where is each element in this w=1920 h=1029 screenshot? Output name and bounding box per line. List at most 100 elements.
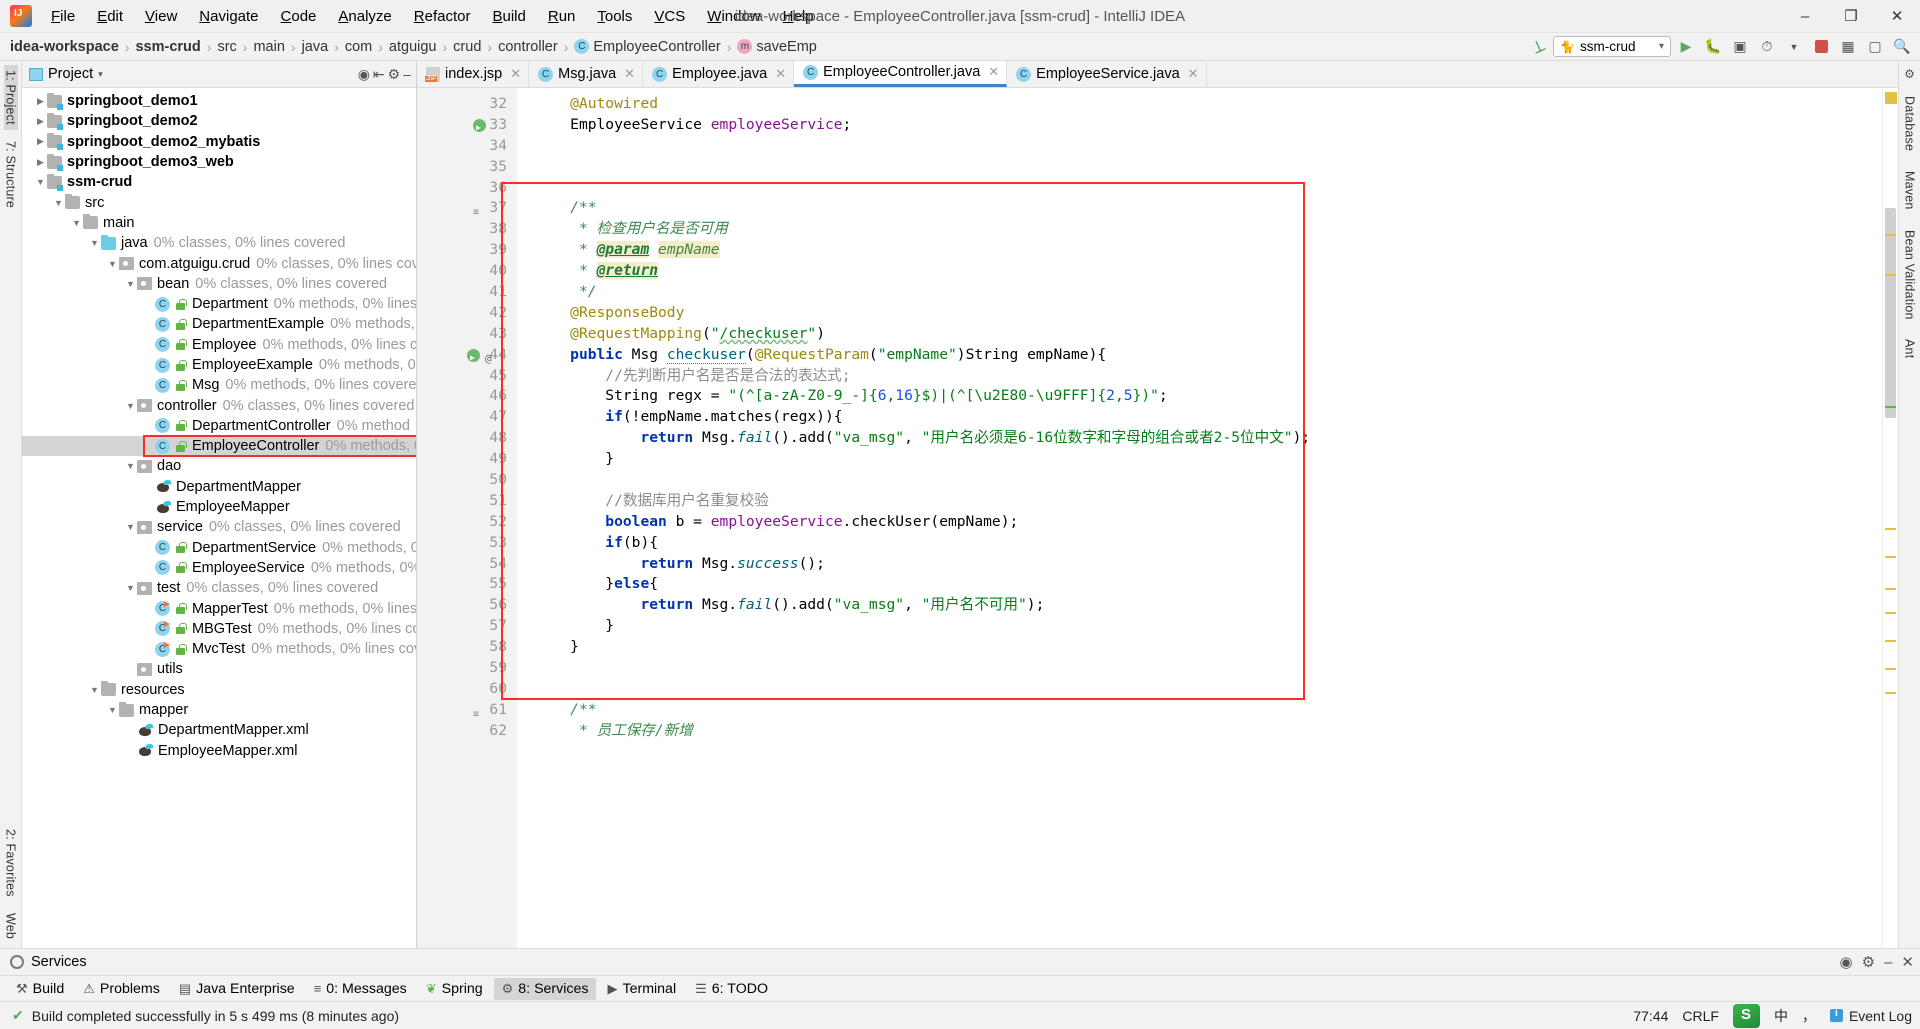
editor-tab-employeecontroller-java[interactable]: C EmployeeController.java ✕ [794, 61, 1008, 87]
settings-icon[interactable]: ⚙ [1904, 67, 1915, 81]
tool-window-button-java-enterprise[interactable]: ▤ Java Enterprise [171, 978, 303, 1000]
code-line-45[interactable]: //先判断用户名是否是合法的表达式; [535, 366, 1882, 387]
tree-node-departmentexample[interactable]: C DepartmentExample 0% methods, [22, 314, 416, 334]
tree-node-springboot-demo1[interactable]: springboot_demo1 [22, 91, 416, 111]
gutter-line-47[interactable]: 47− [417, 407, 541, 428]
code-line-40[interactable]: * @return [535, 261, 1882, 282]
gutter-line-53[interactable]: 53− [417, 533, 541, 554]
gutter-line-34[interactable]: 34 [417, 136, 517, 157]
tree-twisty-icon[interactable] [34, 116, 47, 127]
spring-bean-icon[interactable] [467, 348, 480, 369]
rail-maven-button[interactable]: Maven [1903, 166, 1917, 215]
tree-node-employeemapper-xml[interactable]: EmployeeMapper.xml [22, 741, 416, 761]
breadcrumb-item-saveemp[interactable]: m saveEmp [737, 39, 817, 55]
gutter-line-54[interactable]: 54 [417, 554, 517, 575]
code-line-43[interactable]: @RequestMapping("/checkuser") [535, 324, 1882, 345]
tool-window-button-0-messages[interactable]: ≡ 0: Messages [306, 978, 415, 1000]
gutter-line-35[interactable]: 35 [417, 157, 517, 178]
code-line-36[interactable] [535, 178, 1882, 199]
gutter-line-44[interactable]: 44−@ [417, 345, 541, 369]
close-tab-icon[interactable]: ✕ [624, 66, 635, 82]
line-separator[interactable]: CRLF [1682, 1008, 1719, 1024]
code-line-34[interactable] [535, 136, 1882, 157]
tree-twisty-icon[interactable] [88, 238, 101, 248]
hide-icon[interactable]: – [403, 66, 411, 82]
gutter-line-33[interactable]: 33 [417, 115, 517, 139]
gutter-line-46[interactable]: 46 [417, 386, 517, 407]
code-line-56[interactable]: return Msg.fail().add("va_msg", "用户名不可用"… [535, 595, 1882, 616]
rail-structure-button[interactable]: 7: Structure [4, 136, 18, 213]
menu-item-file[interactable]: File [40, 4, 86, 29]
gutter-line-38[interactable]: 38 [417, 219, 517, 240]
tree-node-employee[interactable]: C Employee 0% methods, 0% lines co [22, 335, 416, 355]
tree-node-employeeexample[interactable]: C EmployeeExample 0% methods, 0% [22, 355, 416, 375]
tool-window-button-spring[interactable]: ❦ Spring [418, 978, 491, 1000]
code-line-61[interactable]: /** [535, 700, 1882, 721]
menu-item-build[interactable]: Build [481, 4, 536, 29]
code-line-46[interactable]: String regx = "(^[a-zA-Z0-9_-]{6,16}$)|(… [535, 386, 1882, 407]
breadcrumb-item-employeecontroller[interactable]: C EmployeeController [574, 39, 721, 55]
code-content[interactable]: @Autowired EmployeeService employeeServi… [517, 88, 1882, 948]
tree-node-employeecontroller[interactable]: C EmployeeController 0% methods, 0 [22, 435, 416, 458]
code-line-37[interactable]: /** [535, 198, 1882, 219]
breadcrumb-item-controller[interactable]: controller [498, 39, 558, 55]
tree-node-src[interactable]: src [22, 192, 416, 212]
menu-item-help[interactable]: Help [772, 4, 825, 29]
minimize-button[interactable]: – [1782, 0, 1828, 32]
ime-badge-icon[interactable] [1732, 1003, 1760, 1028]
code-line-44[interactable]: public Msg checkuser(@RequestParam("empN… [535, 345, 1882, 366]
code-line-41[interactable]: */ [535, 282, 1882, 303]
gutter-line-57[interactable]: 57 [417, 616, 541, 637]
gutter-line-52[interactable]: 52 [417, 512, 517, 533]
tree-node-test[interactable]: test 0% classes, 0% lines covered [22, 578, 416, 598]
gutter-line-60[interactable]: 60 [417, 679, 517, 700]
run-configuration-selector[interactable]: 🐈 ssm-crud ▾ [1553, 36, 1671, 57]
gutter-line-48[interactable]: 48 [417, 428, 517, 449]
close-tab-icon[interactable]: ✕ [775, 66, 786, 82]
gutter-line-42[interactable]: 42− [417, 303, 541, 324]
help-icon[interactable]: ◉ [1840, 953, 1853, 971]
menu-item-navigate[interactable]: Navigate [188, 4, 269, 29]
gutter-line-40[interactable]: 40 [417, 261, 517, 282]
breadcrumb-item-atguigu[interactable]: atguigu [389, 39, 437, 55]
gutter-line-37[interactable]: 37−≡ [417, 198, 541, 219]
code-line-42[interactable]: @ResponseBody [535, 303, 1882, 324]
tree-node-mbgtest[interactable]: C MBGTest 0% methods, 0% lines cov [22, 619, 416, 639]
close-tab-icon[interactable]: ✕ [988, 64, 999, 80]
coverage-icon[interactable]: ▣ [1728, 36, 1752, 58]
code-line-49[interactable]: } [535, 449, 1882, 470]
code-line-51[interactable]: //数据库用户名重复校验 [535, 491, 1882, 512]
caret-position[interactable]: 77:44 [1633, 1008, 1668, 1024]
editor-tab-msg-java[interactable]: C Msg.java ✕ [529, 61, 644, 87]
tool-window-button-8-services[interactable]: ⚙ 8: Services [493, 977, 597, 1000]
code-line-57[interactable]: } [535, 616, 1882, 637]
menu-item-view[interactable]: View [134, 4, 188, 29]
tree-twisty-icon[interactable] [52, 198, 65, 208]
code-line-47[interactable]: if(!empName.matches(regx)){ [535, 407, 1882, 428]
menu-item-analyze[interactable]: Analyze [327, 4, 402, 29]
code-line-38[interactable]: * 检查用户名是否可用 [535, 219, 1882, 240]
code-line-52[interactable]: boolean b = employeeService.checkUser(em… [535, 512, 1882, 533]
rail-database-button[interactable]: Database [1903, 91, 1917, 156]
settings-gear-icon[interactable]: ⚙ [1862, 953, 1875, 971]
tree-node-mvctest[interactable]: C MvcTest 0% methods, 0% lines cov [22, 639, 416, 659]
gutter-line-58[interactable]: 58 [417, 637, 541, 658]
profile-icon[interactable]: ⏱ [1755, 36, 1779, 58]
tree-node-employeeservice[interactable]: C EmployeeService 0% methods, 0% [22, 558, 416, 578]
code-line-62[interactable]: * 员工保存/新增 [535, 721, 1882, 742]
tree-node-resources[interactable]: resources [22, 680, 416, 700]
tree-twisty-icon[interactable] [106, 705, 119, 715]
tree-twisty-icon[interactable] [124, 401, 137, 411]
gutter-line-50[interactable]: 50 [417, 470, 517, 491]
gutter-line-41[interactable]: 41 [417, 282, 541, 303]
tree-node-departmentservice[interactable]: C DepartmentService 0% methods, 0 [22, 538, 416, 558]
gutter-line-45[interactable]: 45 [417, 366, 517, 387]
run-icon[interactable]: ▶ [1674, 36, 1698, 58]
tree-twisty-icon[interactable] [124, 279, 137, 289]
rail-favorites-button[interactable]: 2: Favorites [4, 824, 18, 902]
settings-icon[interactable]: ⚙ [388, 66, 401, 83]
tree-node-java[interactable]: java 0% classes, 0% lines covered [22, 233, 416, 253]
tree-node-department[interactable]: C Department 0% methods, 0% lines [22, 294, 416, 314]
stop-icon[interactable] [1809, 36, 1833, 58]
tree-twisty-icon[interactable] [106, 259, 119, 269]
